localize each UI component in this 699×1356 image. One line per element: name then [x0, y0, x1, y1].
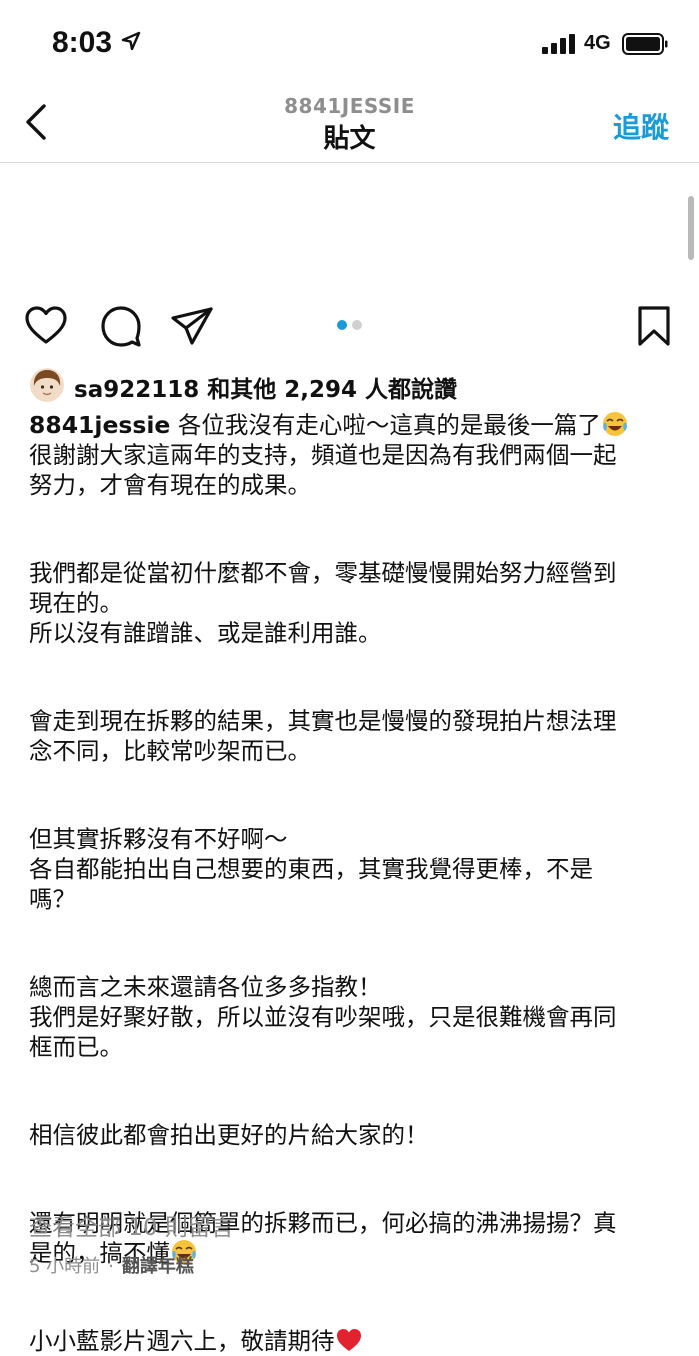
- view-all-comments-link[interactable]: 查看全部 10 則留言: [29, 1208, 234, 1242]
- caption-line: 相信彼此都會拍出更好的片給大家的！: [29, 1121, 429, 1149]
- caption-line: 努力，才會有現在的成果。: [29, 471, 311, 499]
- carousel-dot: [352, 320, 362, 330]
- follow-button[interactable]: 追蹤: [613, 106, 669, 146]
- caption-line: 很謝謝大家這兩年的支持，頻道也是因為有我們兩個一起: [29, 441, 617, 469]
- location-arrow-icon: [121, 31, 141, 51]
- caption-line: 小小藍影片週六上，敬請期待: [29, 1326, 677, 1356]
- caption-line: 各自都能拍出自己想要的東西，其實我覺得更棒，不是: [29, 855, 593, 883]
- network-type: 4G: [584, 32, 611, 54]
- likes-summary[interactable]: sa922118 和其他 2,294 人都說讚: [74, 370, 457, 404]
- caption-line: 但其實拆夥沒有不好啊～: [29, 825, 288, 853]
- caption-line: 總而言之未來還請各位多多指教！: [29, 973, 382, 1001]
- status-bar: 8:03 4G: [0, 0, 699, 84]
- post-action-row: [0, 300, 699, 350]
- battery-icon: [622, 33, 668, 55]
- caption-line: 我們是好聚好散，所以並沒有吵架哦，只是很難機會再同: [29, 1003, 617, 1031]
- translate-link[interactable]: 翻譯年糕: [122, 1256, 194, 1277]
- caption-line: 我們都是從當初什麼都不會，零基礎慢慢開始努力經營到: [29, 559, 617, 587]
- caption-line: 現在的。: [29, 589, 123, 617]
- carousel-dot-active: [337, 320, 347, 330]
- comment-icon[interactable]: [99, 304, 143, 348]
- meta-separator: ·: [108, 1256, 114, 1277]
- signal-icon: [542, 34, 575, 54]
- carousel-indicator: [337, 320, 367, 332]
- caption-line: 框而已。: [29, 1033, 123, 1061]
- post-meta: 5 小時前 · 翻譯年糕: [29, 1252, 194, 1278]
- caption-line: 念不同，比較常吵架而已。: [29, 737, 311, 765]
- post-timestamp: 5 小時前: [29, 1256, 101, 1277]
- caption-text: 小小藍影片週六上，敬請期待: [29, 1327, 335, 1355]
- header-username: 8841JESSIE: [284, 94, 415, 118]
- caption-text: 各位我沒有走心啦～這真的是最後一篇了: [170, 411, 601, 439]
- caption-username[interactable]: 8841jessie: [29, 411, 170, 439]
- caption-line: 所以沒有誰蹭誰、或是誰利用誰。: [29, 619, 382, 647]
- caption-line: 會走到現在拆夥的結果，其實也是慢慢的發現拍片想法理: [29, 707, 617, 735]
- status-time: 8:03: [52, 26, 113, 59]
- heart-icon[interactable]: [24, 304, 68, 348]
- avatar[interactable]: [30, 368, 64, 402]
- caption-line: 8841jessie 各位我沒有走心啦～這真的是最後一篇了: [29, 410, 677, 440]
- page-title: 貼文: [323, 124, 376, 154]
- nav-header: 8841JESSIE 貼文 追蹤: [0, 84, 699, 163]
- share-send-icon[interactable]: [170, 304, 214, 348]
- red-heart-emoji-icon: [336, 1329, 361, 1351]
- caption-line: 嗎？: [29, 885, 76, 913]
- scrollbar[interactable]: [688, 196, 694, 260]
- tears-of-joy-emoji-icon: [602, 412, 627, 436]
- bookmark-icon[interactable]: [632, 304, 676, 348]
